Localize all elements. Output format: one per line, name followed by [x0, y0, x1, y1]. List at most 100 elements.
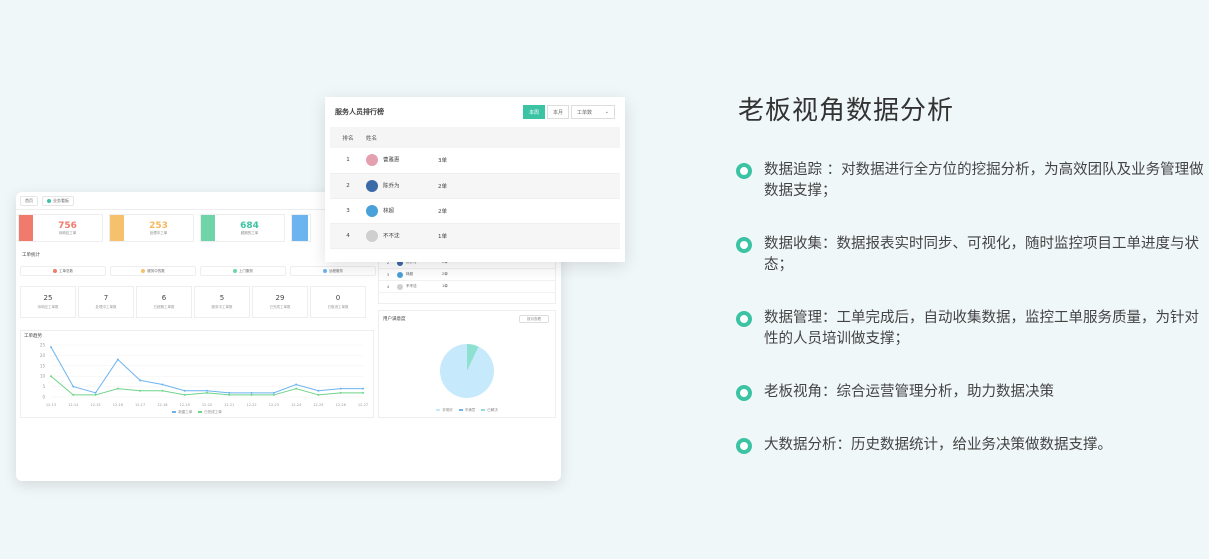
x-tick-label: 12-18 [157, 403, 167, 407]
chevron-down-icon: ⌄ [604, 109, 609, 115]
calendar-icon [19, 215, 33, 241]
legend-label: 不满意 [464, 408, 476, 412]
chip: 远程服务 [290, 266, 376, 276]
legend-item: 已解决 [481, 408, 498, 413]
feature-text: 数据收集：数据报表实时同步、可视化，随时监控项目工单进度与状态； [764, 236, 1199, 273]
data-point [206, 389, 208, 392]
legend-label: 已完成工单 [204, 410, 222, 414]
feature-text: 数据追踪 ：对数据进行全方位的挖掘分析，为高效团队及业务管理做数据支撑； [764, 162, 1204, 199]
table-row[interactable]: 4 不不沈 1单 [330, 223, 620, 249]
data-point [72, 385, 75, 388]
stat-value: 6 [161, 294, 167, 302]
table-row[interactable]: 2 陈乔为 2单 [330, 173, 620, 199]
stat-label: 服务中工单数 [211, 305, 233, 309]
data-point [295, 387, 298, 390]
data-point [116, 358, 119, 361]
ranking-title: 服务人员排行榜 [335, 108, 384, 116]
kpi-label: 待响应工单 [58, 230, 77, 235]
table-row[interactable]: 1 曹雅惠 3单 [330, 148, 620, 174]
legend-label: 非常好 [442, 408, 453, 412]
week-button[interactable]: 本周 [522, 105, 545, 119]
mini-name: 林超 [406, 272, 413, 276]
x-tick-label: 12-21 [224, 403, 234, 407]
metric-select[interactable]: 工单数 ⌄ [571, 105, 615, 119]
chip-label: 工单总数 [59, 268, 73, 273]
x-tick-label: 12-15 [90, 403, 100, 407]
row-count: 1单 [438, 223, 620, 249]
column-name: 姓名 [366, 127, 438, 148]
circle-bullet-icon [736, 438, 752, 454]
kpi-value: 756 [58, 220, 77, 231]
list-item: 4 不不沈 1单 [379, 281, 555, 293]
row-rank: 1 [330, 148, 366, 174]
metric-select-label: 工单数 [577, 109, 593, 116]
y-tick-label: 5 [42, 384, 45, 389]
circle-bullet-icon [736, 385, 752, 401]
dot-icon [53, 269, 57, 273]
feature-text: 大数据分析：历史数据统计，给业务决策做数据支撑。 [764, 437, 1112, 453]
feature-item: 数据收集：数据报表实时同步、可视化，随时监控项目工单进度与状态； [736, 234, 1206, 276]
stat-value: 25 [43, 294, 53, 302]
pie-chart [440, 344, 494, 398]
kpi-value: 253 [149, 220, 168, 231]
avatar [366, 179, 378, 192]
kpi-label: 超期的工单 [240, 230, 259, 235]
tab-business[interactable]: 业务看板 [42, 195, 74, 206]
mini-rank: 3 [386, 272, 390, 277]
feature-item: 数据管理：工单完成后，自动收集数据，监控工单服务质量，为针对性的人员培训做支撑； [736, 308, 1206, 350]
kpi-value: 684 [240, 220, 259, 231]
row-name-cell: 林超 [366, 198, 438, 224]
stat-value: 29 [275, 294, 285, 302]
line-chart: 0 5 10 15 20 25 12-13 12-14 12-15 12-16 12-17 12-18… [40, 343, 368, 408]
line-legend: 新建工单 已完成工单 [21, 410, 373, 415]
pie-period-select[interactable]: 按月查看 [519, 315, 549, 323]
chip-label: 远程服务 [329, 268, 343, 273]
x-tick-label: 12-14 [68, 403, 79, 407]
pie-chart-panel: 用户满意度 按月查看 非常好 不满意 已解决 [378, 310, 556, 418]
data-point [339, 387, 342, 390]
data-point [250, 393, 253, 396]
table-row[interactable]: 3 林超 2单 [330, 198, 620, 224]
user-icon [292, 215, 308, 241]
circle-bullet-icon [736, 163, 752, 179]
ranking-header: 服务人员排行榜 本周 本月 工单数 ⌄ [325, 97, 625, 127]
data-point [317, 393, 320, 396]
legend-item: 不满意 [458, 408, 476, 413]
x-tick-label: 12-22 [246, 403, 256, 407]
pie-legend: 非常好 不满意 已解决 [379, 408, 555, 413]
mini-count: 2单 [442, 272, 448, 276]
row-name-cell: 不不沈 [366, 223, 438, 249]
stat-value: 0 [335, 294, 341, 302]
tab-home[interactable]: 首页 [20, 195, 38, 206]
kpi-card: 253 处理中工单 [109, 214, 194, 242]
list-item: 3 林超 2单 [379, 269, 555, 281]
avatar [397, 283, 403, 290]
data-point [183, 389, 186, 392]
stat-label: 待响应工单数 [37, 305, 59, 309]
data-point [317, 389, 320, 392]
stat-card: 0 已取消工单数 [310, 286, 366, 318]
data-point [183, 393, 186, 396]
row-name-cell: 曹雅惠 [366, 148, 438, 174]
pie-chart-title: 用户满意度 [383, 317, 406, 322]
circle-bullet-icon [736, 237, 752, 253]
kpi-card: 684 超期的工单 [200, 214, 285, 242]
chip-label: 服务中的数 [147, 268, 165, 273]
mini-name: 不不沈 [406, 284, 417, 288]
data-point [228, 393, 231, 396]
row-name: 曹雅惠 [383, 157, 400, 164]
x-tick-label: 12-27 [358, 403, 368, 407]
data-point [272, 391, 275, 394]
legend-item: 非常好 [436, 408, 453, 413]
y-tick-label: 20 [40, 353, 46, 358]
data-point [206, 391, 208, 394]
data-point [94, 393, 97, 396]
x-tick-label: 12-26 [336, 403, 346, 407]
month-button[interactable]: 本月 [546, 105, 569, 119]
line-chart-panel: 工单趋势 0 5 10 15 20 25 12-13 12-14 12-15 12-16 12-17… [20, 330, 374, 418]
document-icon [110, 215, 124, 241]
chip: 上门服务 [200, 266, 286, 276]
kpi-card: 756 待响应工单 [18, 214, 103, 242]
x-tick-label: 12-24 [291, 403, 302, 407]
y-tick-label: 0 [42, 395, 45, 400]
